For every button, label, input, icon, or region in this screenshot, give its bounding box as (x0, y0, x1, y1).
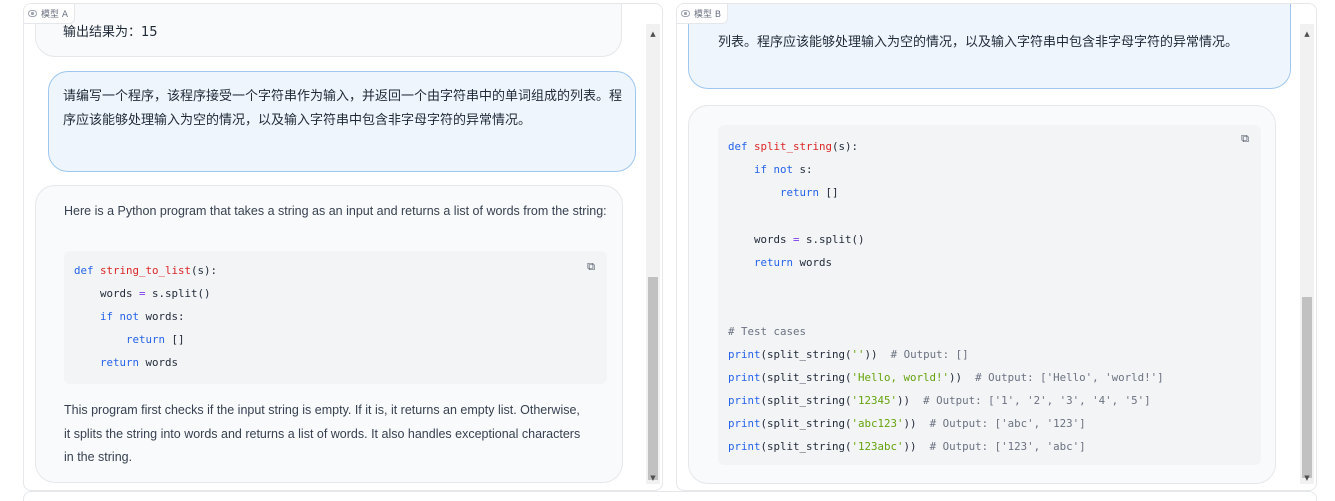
model-a-label: 模型 A (41, 10, 69, 20)
scroll-down-arrow[interactable]: ▼ (1300, 472, 1314, 484)
code-line: words = s.split() (74, 287, 211, 300)
code-line: print(split_string('123abc')) # Output: … (728, 440, 1086, 453)
scroll-up-arrow[interactable]: ▲ (1300, 28, 1314, 40)
code-block: ⧉ def string_to_list(s): words = s.split… (64, 251, 607, 384)
code-line: print(split_string('12345')) # Output: [… (728, 394, 1151, 407)
answer-outro-text: This program first checks if the input s… (64, 403, 581, 464)
copy-icon[interactable]: ⧉ (1238, 132, 1252, 146)
answer-intro-text: Here is a Python program that takes a st… (64, 204, 607, 218)
user-message: 列表。程序应该能够处理输入为空的情况，以及输入字符串中包含非字母字符的异常情况。 (688, 4, 1291, 89)
user-prompt-text: 列表。程序应该能够处理输入为空的情况，以及输入字符串中包含非字母字符的异常情况。 (718, 35, 1239, 50)
model-icon (28, 10, 37, 17)
previous-output-text: 输出结果为：15 (63, 25, 158, 40)
user-message: 请编写一个程序，该程序接受一个字符串作为输入，并返回一个由字符串中的单词组成的列… (48, 71, 636, 172)
code-line: def string_to_list(s): (74, 264, 218, 277)
copy-icon[interactable]: ⧉ (584, 260, 598, 274)
code-block: ⧉ def split_string(s): if not s: return … (718, 125, 1261, 465)
bot-answer-message: ⧉ def split_string(s): if not s: return … (688, 105, 1276, 484)
model-b-panel: 模型 B 列表。程序应该能够处理输入为空的情况，以及输入字符串中包含非字母字符的… (676, 3, 1317, 491)
scrollbar-b[interactable]: ▲ ▼ (1300, 24, 1314, 484)
model-b-label: 模型 B (694, 10, 722, 20)
scroll-thumb[interactable] (1302, 297, 1312, 478)
model-b-tag: 模型 B (677, 4, 729, 24)
code-comment-line: # Test cases (728, 325, 807, 338)
code-line: return [] (780, 186, 839, 199)
scroll-thumb[interactable] (648, 277, 658, 480)
model-icon (681, 10, 690, 17)
code-line: return words (100, 356, 179, 369)
code-line: return words (754, 256, 833, 269)
bot-answer-message: Here is a Python program that takes a st… (35, 185, 623, 483)
code-line: print(split_string('abc123')) # Output: … (728, 417, 1086, 430)
code-line: print(split_string('Hello, world!')) # O… (728, 371, 1164, 384)
scroll-up-arrow[interactable]: ▲ (646, 28, 660, 40)
model-a-tag: 模型 A (24, 4, 76, 24)
code-line: print(split_string('')) # Output: [] (728, 348, 969, 361)
code-line: return [] (126, 333, 185, 346)
previous-bot-message: 输出结果为：15 (35, 4, 622, 57)
code-line: if not words: (100, 310, 185, 323)
scrollbar-a[interactable]: ▲ ▼ (646, 24, 660, 484)
model-a-panel: 模型 A 输出结果为：15 请编写一个程序，该程序接受一个字符串作为输入，并返回… (23, 3, 663, 491)
code-line: def split_string(s): (728, 140, 859, 153)
scroll-down-arrow[interactable]: ▼ (646, 472, 660, 484)
code-line: words = s.split() (728, 233, 865, 246)
user-prompt-text: 请编写一个程序，该程序接受一个字符串作为输入，并返回一个由字符串中的单词组成的列… (63, 89, 623, 128)
code-line: if not s: (754, 163, 813, 176)
